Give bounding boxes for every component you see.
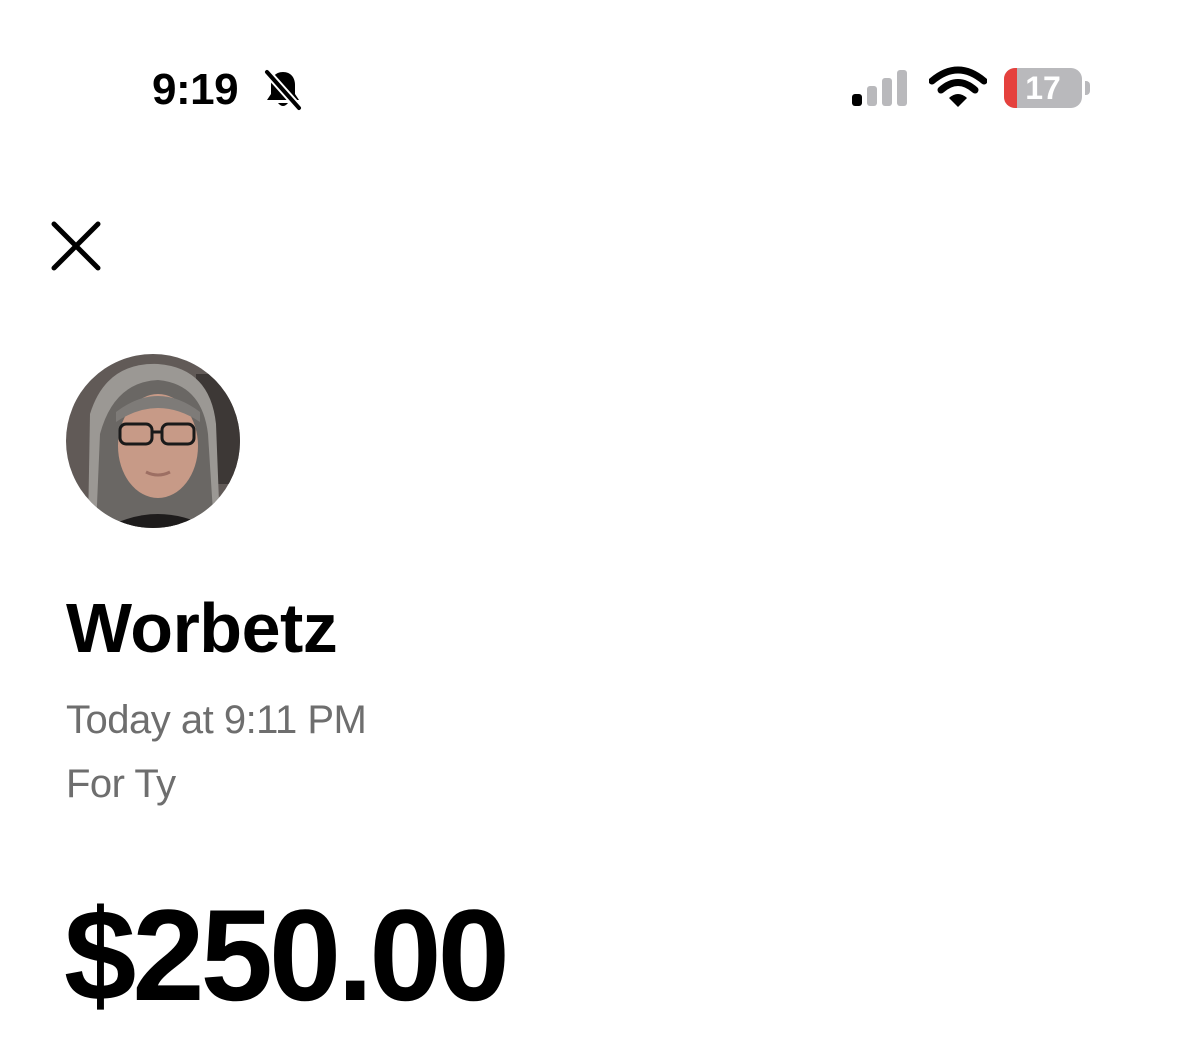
avatar-photo bbox=[66, 354, 240, 528]
payment-note: For Ty bbox=[66, 762, 176, 806]
battery-tip bbox=[1085, 81, 1090, 95]
wifi-icon bbox=[929, 66, 987, 107]
close-button[interactable] bbox=[44, 212, 108, 276]
battery-body: 17 bbox=[1004, 68, 1082, 108]
battery-indicator: 17 bbox=[1004, 68, 1090, 110]
payment-amount: $250.00 bbox=[64, 882, 510, 1028]
battery-level: 17 bbox=[1025, 70, 1061, 106]
status-bar: 9:19 17 bbox=[0, 0, 1200, 140]
status-time: 9:19 bbox=[152, 65, 239, 114]
sender-avatar bbox=[66, 354, 240, 528]
bell-slash-icon bbox=[263, 68, 303, 112]
sender-name: Worbetz bbox=[66, 589, 338, 667]
close-icon bbox=[51, 221, 101, 271]
payment-timestamp: Today at 9:11 PM bbox=[66, 698, 367, 742]
cellular-signal-icon bbox=[852, 70, 907, 106]
